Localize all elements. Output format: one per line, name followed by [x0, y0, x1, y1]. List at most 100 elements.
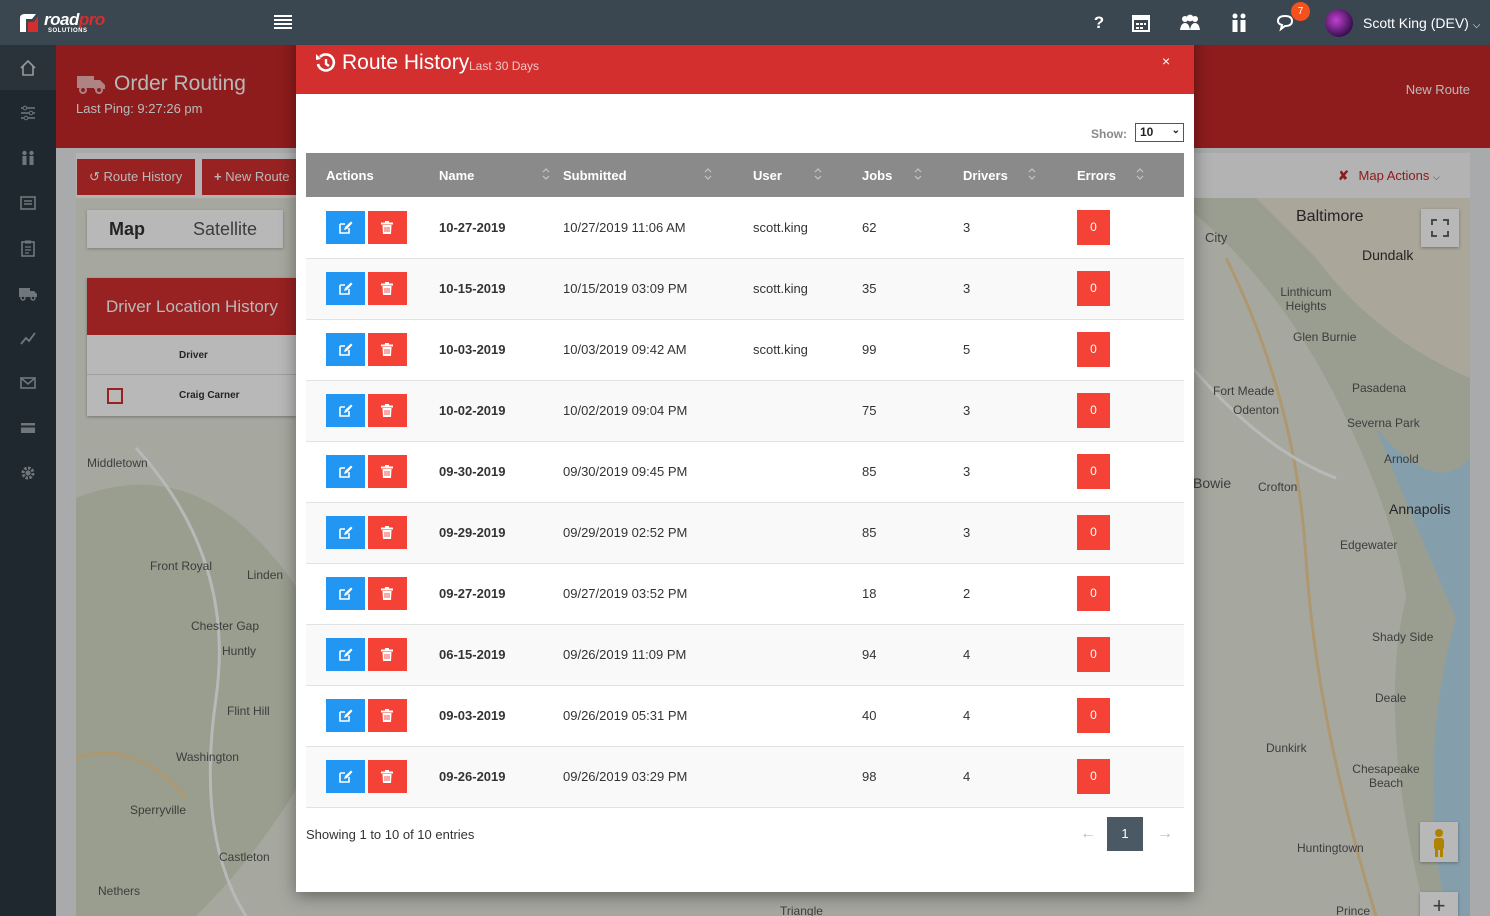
brand-subtitle: SOLUTIONS — [48, 28, 88, 34]
edit-button[interactable] — [326, 210, 365, 244]
column-header-name[interactable]: Name — [439, 153, 563, 197]
edit-button[interactable] — [326, 699, 365, 732]
trash-icon — [381, 404, 393, 417]
row-actions — [306, 258, 439, 320]
row-submitted: 09/27/2019 03:52 PM — [563, 563, 753, 625]
row-jobs: 62 — [862, 197, 963, 259]
edit-button[interactable] — [326, 333, 365, 366]
pair-icon[interactable] — [1228, 12, 1250, 34]
table-row: 06-15-2019 09/26/2019 11:09 PM 94 4 0 — [306, 624, 1184, 686]
delete-button[interactable] — [368, 210, 407, 244]
edit-button[interactable] — [326, 516, 365, 549]
errors-button[interactable]: 0 — [1077, 637, 1110, 672]
errors-button[interactable]: 0 — [1077, 271, 1110, 306]
errors-button[interactable]: 0 — [1077, 515, 1110, 550]
row-drivers: 3 — [963, 441, 1077, 503]
edit-icon — [339, 709, 353, 722]
row-actions — [306, 319, 439, 381]
edit-icon — [339, 526, 353, 539]
row-jobs: 75 — [862, 380, 963, 442]
row-actions — [306, 502, 439, 564]
row-actions — [306, 563, 439, 625]
row-user — [753, 380, 862, 442]
route-history-modal: Route History Last 30 Days × Show: 10 ⌄ … — [296, 31, 1194, 892]
errors-button[interactable]: 0 — [1077, 698, 1110, 733]
delete-button[interactable] — [368, 577, 407, 610]
row-drivers: 3 — [963, 258, 1077, 320]
row-name: 10-02-2019 — [439, 380, 563, 442]
row-user — [753, 624, 862, 686]
avatar[interactable] — [1325, 9, 1353, 37]
delete-button[interactable] — [368, 760, 407, 793]
trash-icon — [381, 770, 393, 783]
row-actions — [306, 685, 439, 747]
row-errors-cell: 0 — [1077, 685, 1184, 747]
close-icon[interactable]: × — [1162, 53, 1170, 69]
delete-button[interactable] — [368, 699, 407, 732]
row-user: scott.king — [753, 319, 862, 381]
pager-previous-button[interactable]: ← — [1080, 825, 1096, 843]
row-jobs: 85 — [862, 502, 963, 564]
row-jobs: 98 — [862, 746, 963, 808]
sort-icon — [1028, 168, 1036, 180]
errors-button[interactable]: 0 — [1077, 454, 1110, 489]
row-name: 09-29-2019 — [439, 502, 563, 564]
route-history-table: Actions Name Submitted User Jobs Drivers… — [306, 153, 1184, 808]
brand-wordmark: roadpro — [44, 10, 105, 29]
page-size-select[interactable]: 10 ⌄ — [1135, 123, 1184, 142]
column-header-drivers[interactable]: Drivers — [963, 153, 1077, 197]
row-drivers: 4 — [963, 624, 1077, 686]
errors-button[interactable]: 0 — [1077, 576, 1110, 611]
edit-icon — [339, 770, 353, 783]
delete-button[interactable] — [368, 272, 407, 305]
user-name: Scott King (DEV) — [1363, 15, 1469, 31]
calendar-icon[interactable] — [1130, 12, 1152, 34]
edit-icon — [339, 221, 353, 234]
brand-logo[interactable]: roadpro SOLUTIONS — [18, 10, 128, 36]
edit-icon — [339, 587, 353, 600]
row-name: 09-30-2019 — [439, 441, 563, 503]
edit-button[interactable] — [326, 577, 365, 610]
column-header-jobs[interactable]: Jobs — [862, 153, 963, 197]
row-name: 10-03-2019 — [439, 319, 563, 381]
pager-page-1[interactable]: 1 — [1107, 817, 1143, 851]
delete-button[interactable] — [368, 516, 407, 549]
table-row: 09-03-2019 09/26/2019 05:31 PM 40 4 0 — [306, 685, 1184, 747]
group-icon[interactable] — [1178, 12, 1202, 34]
column-header-submitted[interactable]: Submitted — [563, 153, 753, 197]
edit-button[interactable] — [326, 394, 365, 427]
edit-button[interactable] — [326, 638, 365, 671]
delete-button[interactable] — [368, 394, 407, 427]
table-row: 10-15-2019 10/15/2019 03:09 PM scott.kin… — [306, 258, 1184, 320]
trash-icon — [381, 343, 393, 356]
trash-icon — [381, 648, 393, 661]
column-header-user[interactable]: User — [753, 153, 862, 197]
delete-button[interactable] — [368, 638, 407, 671]
errors-button[interactable]: 0 — [1077, 759, 1110, 794]
table-row: 10-03-2019 10/03/2019 09:42 AM scott.kin… — [306, 319, 1184, 381]
hamburger-menu-icon[interactable] — [274, 15, 292, 29]
row-submitted: 10/15/2019 03:09 PM — [563, 258, 753, 320]
delete-button[interactable] — [368, 333, 407, 366]
delete-button[interactable] — [368, 455, 407, 488]
row-user — [753, 441, 862, 503]
row-submitted: 09/26/2019 05:31 PM — [563, 685, 753, 747]
row-submitted: 09/29/2019 02:52 PM — [563, 502, 753, 564]
errors-button[interactable]: 0 — [1077, 209, 1110, 245]
row-drivers: 3 — [963, 380, 1077, 442]
edit-icon — [339, 465, 353, 478]
errors-button[interactable]: 0 — [1077, 332, 1110, 367]
modal-subtitle: Last 30 Days — [469, 59, 540, 73]
trash-icon — [381, 220, 393, 234]
table-row: 09-27-2019 09/27/2019 03:52 PM 18 2 0 — [306, 563, 1184, 625]
column-header-errors[interactable]: Errors — [1077, 153, 1184, 197]
edit-button[interactable] — [326, 272, 365, 305]
edit-button[interactable] — [326, 455, 365, 488]
row-jobs: 99 — [862, 319, 963, 381]
help-icon[interactable]: ? — [1088, 12, 1110, 34]
user-menu[interactable]: Scott King (DEV) ⌵ — [1363, 15, 1480, 31]
pager-next-button[interactable]: → — [1157, 825, 1173, 843]
row-errors-cell: 0 — [1077, 319, 1184, 381]
edit-button[interactable] — [326, 760, 365, 793]
errors-button[interactable]: 0 — [1077, 393, 1110, 428]
